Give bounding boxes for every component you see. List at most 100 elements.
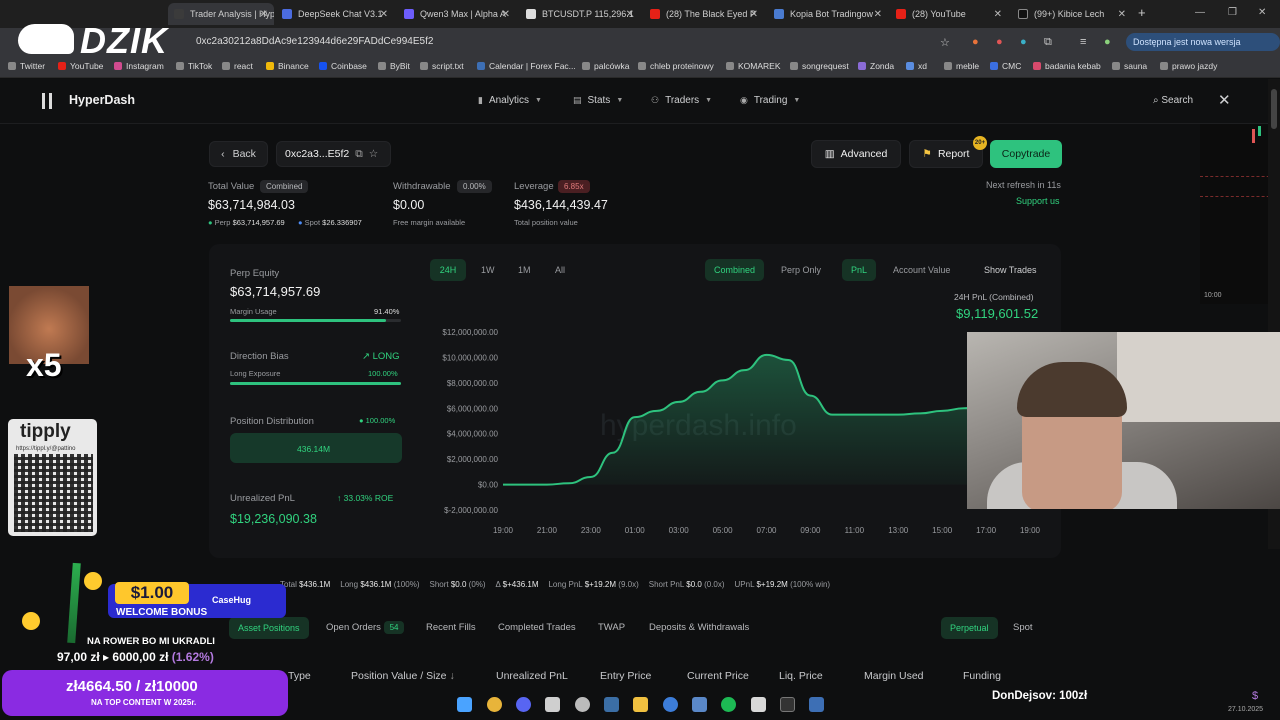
maximize-icon[interactable]: ❐ <box>1228 7 1237 18</box>
bookmark[interactable]: Instagram <box>114 61 164 71</box>
pnl-toggle[interactable]: PnL <box>842 259 877 281</box>
folder-icon[interactable] <box>633 697 648 712</box>
star-icon[interactable]: ☆ <box>369 148 378 160</box>
app-icon[interactable] <box>663 697 678 712</box>
range-1w-button[interactable]: 1W <box>472 259 504 281</box>
close-tab-icon[interactable]: ✕ <box>380 9 388 20</box>
update-chrome-button[interactable]: Dostępna jest nowa wersja Chrome <box>1126 33 1280 65</box>
steam-icon[interactable] <box>604 697 619 712</box>
bookmark[interactable]: palcówka <box>582 61 629 71</box>
spot-toggle[interactable]: Spot <box>1013 622 1033 633</box>
show-trades-button[interactable]: Show Trades <box>975 259 1046 281</box>
close-tab-icon[interactable]: ✕ <box>1118 9 1126 20</box>
nav-trading[interactable]: ◉ Trading ▼ <box>740 95 800 106</box>
app-icon[interactable] <box>809 697 824 712</box>
col-current-price[interactable]: Current Price <box>687 670 749 682</box>
bookmark[interactable]: YouTube <box>58 61 103 71</box>
back-button[interactable]: ‹ Back <box>209 141 268 167</box>
bookmark-folder[interactable]: sauna <box>1112 61 1147 71</box>
extension-icon[interactable]: ● <box>972 36 979 48</box>
close-tab-icon[interactable]: ✕ <box>994 9 1002 20</box>
minimize-icon[interactable]: — <box>1195 7 1205 18</box>
brand-name[interactable]: HyperDash <box>69 93 135 107</box>
browser-tab[interactable]: Trader Analysis | Hyp ✕ <box>168 3 274 25</box>
windows-start-icon[interactable] <box>457 697 472 712</box>
bookmark-folder[interactable]: KOMAREK <box>726 61 781 71</box>
bookmark[interactable]: Binance <box>266 61 309 71</box>
close-tab-icon[interactable]: ✕ <box>626 9 634 20</box>
bookmark[interactable]: TikTok <box>176 61 212 71</box>
tab-open-orders[interactable]: Open Orders 54 <box>326 621 405 634</box>
media-icon[interactable]: ≡ <box>1080 36 1086 48</box>
bookmark-folder[interactable]: prawo jazdy <box>1160 61 1217 71</box>
close-tab-icon[interactable]: ✕ <box>502 9 510 20</box>
combined-toggle[interactable]: Combined <box>705 259 765 281</box>
bookmark[interactable]: Coinbase <box>319 61 367 71</box>
spotify-icon[interactable] <box>721 697 736 712</box>
range-24h-button[interactable]: 24H <box>430 259 466 281</box>
close-window-icon[interactable]: ✕ <box>1258 7 1266 18</box>
puzzle-icon[interactable]: ⧉ <box>1044 36 1052 49</box>
bookmark[interactable]: ByBit <box>378 61 410 71</box>
close-tab-icon[interactable]: ✕ <box>750 9 758 20</box>
bookmark[interactable]: chleb proteinowy <box>638 61 714 71</box>
range-1m-button[interactable]: 1M <box>509 259 540 281</box>
bookmark[interactable]: CMC <box>990 61 1021 71</box>
browser-tab[interactable]: (99+) Kibice Lech ✕ <box>1012 3 1132 25</box>
star-icon[interactable]: ☆ <box>940 36 950 49</box>
browser-tab[interactable]: (28) The Black Eyed P ✕ <box>644 3 764 25</box>
obs-icon[interactable] <box>575 697 590 712</box>
url-field[interactable]: 0xc2a30212a8DdAc9e123944d6e29FADdCe994E5… <box>196 36 433 47</box>
col-type[interactable]: Type <box>288 670 311 682</box>
browser-tab[interactable]: Qwen3 Max | Alpha A ✕ <box>398 3 516 25</box>
bookmark[interactable]: xd <box>906 61 927 71</box>
nav-stats[interactable]: ▤ Stats ▼ <box>573 95 623 106</box>
copy-icon[interactable]: ⧉ <box>355 148 363 161</box>
search-button[interactable]: ⌕ Search <box>1153 95 1193 106</box>
extension-icon[interactable]: ● <box>1020 36 1027 48</box>
browser-tab[interactable]: DeepSeek Chat V3.1 ✕ <box>276 3 394 25</box>
x-social-icon[interactable]: ✕ <box>1218 91 1231 109</box>
extension-icon[interactable]: ● <box>996 36 1003 48</box>
app-icon[interactable] <box>692 697 707 712</box>
nav-analytics[interactable]: ▮ Analytics ▼ <box>478 95 542 106</box>
col-funding[interactable]: Funding <box>963 670 1001 682</box>
chrome-icon[interactable] <box>487 697 502 712</box>
range-all-button[interactable]: All <box>546 259 574 281</box>
col-unrealized-pnl[interactable]: Unrealized PnL <box>496 670 568 682</box>
new-tab-icon[interactable]: + <box>1138 5 1146 20</box>
scrollbar-thumb[interactable] <box>1271 89 1277 129</box>
bookmark[interactable]: react <box>222 61 253 71</box>
hyperdash-logo-icon[interactable] <box>42 93 52 109</box>
bookmark[interactable]: Twitter <box>8 61 45 71</box>
col-margin-used[interactable]: Margin Used <box>864 670 924 682</box>
app-icon[interactable] <box>545 697 560 712</box>
close-tab-icon[interactable]: ✕ <box>260 9 268 20</box>
bookmark[interactable]: songrequest <box>790 61 849 71</box>
bookmark[interactable]: Zonda <box>858 61 894 71</box>
tab-completed-trades[interactable]: Completed Trades <box>498 622 576 633</box>
browser-tab[interactable]: Kopia Bot Tradingow ✕ <box>768 3 888 25</box>
discord-icon[interactable] <box>516 697 531 712</box>
avatar[interactable]: ● <box>1104 36 1111 48</box>
account-value-toggle[interactable]: Account Value <box>884 259 959 281</box>
terminal-icon[interactable] <box>780 697 795 712</box>
address-chip[interactable]: 0xc2a3...E5f2 ⧉ ☆ <box>276 141 391 167</box>
bookmark-folder[interactable]: meble <box>944 61 979 71</box>
tab-deposits-withdrawals[interactable]: Deposits & Withdrawals <box>649 622 749 633</box>
copytrade-button[interactable]: Copytrade <box>990 140 1062 168</box>
bookmark[interactable]: script.txt <box>420 61 464 71</box>
col-position-value[interactable]: Position Value / Size ↓ <box>351 670 455 682</box>
notepad-icon[interactable] <box>751 697 766 712</box>
pnl-chart[interactable]: hyperdash.info $12,000,000.00$10,000,000… <box>430 320 1050 545</box>
browser-tab[interactable]: (28) YouTube ✕ <box>890 3 1008 25</box>
tab-twap[interactable]: TWAP <box>598 622 625 633</box>
perp-only-toggle[interactable]: Perp Only <box>772 259 830 281</box>
col-liq-price[interactable]: Liq. Price <box>779 670 823 682</box>
report-button[interactable]: ⚑ Report <box>909 140 983 168</box>
col-entry-price[interactable]: Entry Price <box>600 670 651 682</box>
nav-traders[interactable]: ⚇ Traders ▼ <box>651 95 712 106</box>
perpetual-toggle[interactable]: Perpetual <box>941 617 998 639</box>
close-tab-icon[interactable]: ✕ <box>874 9 882 20</box>
tab-recent-fills[interactable]: Recent Fills <box>426 622 476 633</box>
